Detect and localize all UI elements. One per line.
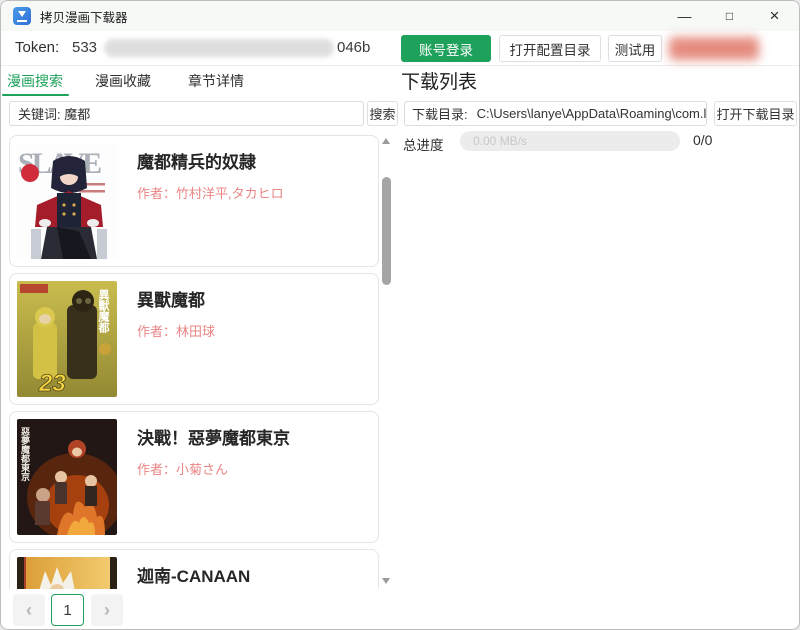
window-title: 拷贝漫画下载器 [40, 7, 128, 26]
tab-manga-search-label: 漫画搜索 [7, 71, 63, 91]
account-login-button[interactable]: 账号登录 [401, 35, 491, 62]
token-label: Token: [15, 39, 59, 56]
download-dir-value: C:\Users\lanye\AppData\Roaming\com.l [477, 106, 707, 121]
tab-manga-favorites-label: 漫画收藏 [95, 71, 151, 91]
chevron-right-icon: › [104, 600, 110, 621]
search-button[interactable]: 搜索 [367, 101, 398, 126]
titlebar[interactable]: 拷贝漫画下载器 — □ × [1, 1, 799, 31]
download-list-title: 下载列表 [401, 67, 477, 94]
manga-author: 作者：竹村洋平,タカヒロ [137, 183, 284, 202]
pagination-next-button[interactable]: › [91, 594, 123, 626]
pagination-current-page: 1 [63, 602, 71, 619]
close-icon: × [770, 6, 780, 26]
window-controls: — □ × [662, 1, 797, 31]
redacted-blur [669, 37, 759, 60]
download-dir-field[interactable]: 下载目录: C:\Users\lanye\AppData\Roaming\com… [404, 101, 707, 126]
manga-author: 作者：小菊さん [137, 459, 290, 478]
svg-text:23: 23 [38, 370, 66, 397]
token-value-prefix: 533 [72, 39, 97, 56]
manga-cover-art: 惡夢魔都東京 [17, 419, 117, 535]
token-value-suffix: 046b [337, 39, 370, 56]
download-dir-label: 下载目录: [412, 104, 468, 123]
manga-cover-art: SLAVE [17, 143, 117, 259]
token-bar: Token: 533 046b 账号登录 打开配置目录 测试用 [1, 31, 799, 66]
open-config-dir-button[interactable]: 打开配置目录 [499, 35, 601, 62]
search-result-list: SLAVE [9, 135, 379, 589]
open-download-dir-button[interactable]: 打开下载目录 [714, 101, 797, 126]
manga-card[interactable]: SLAVE [9, 135, 379, 267]
minimize-button[interactable]: — [662, 1, 707, 31]
manga-card[interactable]: 迦南-CANAAN [9, 549, 379, 589]
manga-cover-art: 異獸魔都 23 [17, 281, 117, 397]
app-window: 拷贝漫画下载器 — □ × Token: 533 046b 账号登录 打开配置目… [0, 0, 800, 630]
manga-title: 異獸魔都 [137, 286, 215, 311]
manga-cover-art [17, 557, 117, 589]
manga-author: 作者：林田球 [137, 321, 215, 340]
minimize-icon: — [678, 8, 692, 24]
close-button[interactable]: × [752, 1, 797, 31]
maximize-icon: □ [726, 9, 733, 23]
manga-title: 決戰！惡夢魔都東京 [137, 424, 290, 449]
test-button[interactable]: 测试用 [608, 35, 662, 62]
chevron-left-icon: ‹ [26, 600, 32, 621]
scroll-up-icon[interactable] [382, 138, 390, 144]
download-speed-text: 0.00 MB/s [473, 134, 527, 148]
keyword-input[interactable] [9, 101, 364, 126]
scrollbar-thumb[interactable] [382, 177, 391, 285]
active-tab-underline [2, 94, 69, 97]
total-progress-bar: 0.00 MB/s [460, 131, 680, 151]
tab-chapter-detail-label: 章节详情 [188, 71, 244, 91]
download-count-text: 0/0 [693, 132, 712, 148]
manga-title: 迦南-CANAAN [137, 562, 250, 587]
scroll-down-icon[interactable] [382, 578, 390, 584]
app-icon [13, 7, 31, 25]
pagination-prev-button[interactable]: ‹ [13, 594, 45, 626]
pagination-page-1-button[interactable]: 1 [51, 594, 84, 626]
svg-text:異獸魔都: 異獸魔都 [97, 289, 111, 334]
total-progress-label: 总进度 [403, 134, 444, 154]
tab-manga-favorites[interactable]: 漫画收藏 [95, 65, 151, 96]
token-redacted-blur [104, 39, 334, 57]
maximize-button[interactable]: □ [707, 1, 752, 31]
tab-chapter-detail[interactable]: 章节详情 [188, 65, 244, 96]
manga-title: 魔都精兵的奴隷 [137, 148, 284, 173]
manga-card[interactable]: 異獸魔都 23 異獸魔都 作者：林田球 [9, 273, 379, 405]
manga-card[interactable]: 惡夢魔都東京 決戰！惡夢魔都東京 作者：小菊さん [9, 411, 379, 543]
tab-manga-search[interactable]: 漫画搜索 [7, 65, 63, 96]
svg-text:惡夢魔都東京: 惡夢魔都東京 [20, 427, 31, 482]
